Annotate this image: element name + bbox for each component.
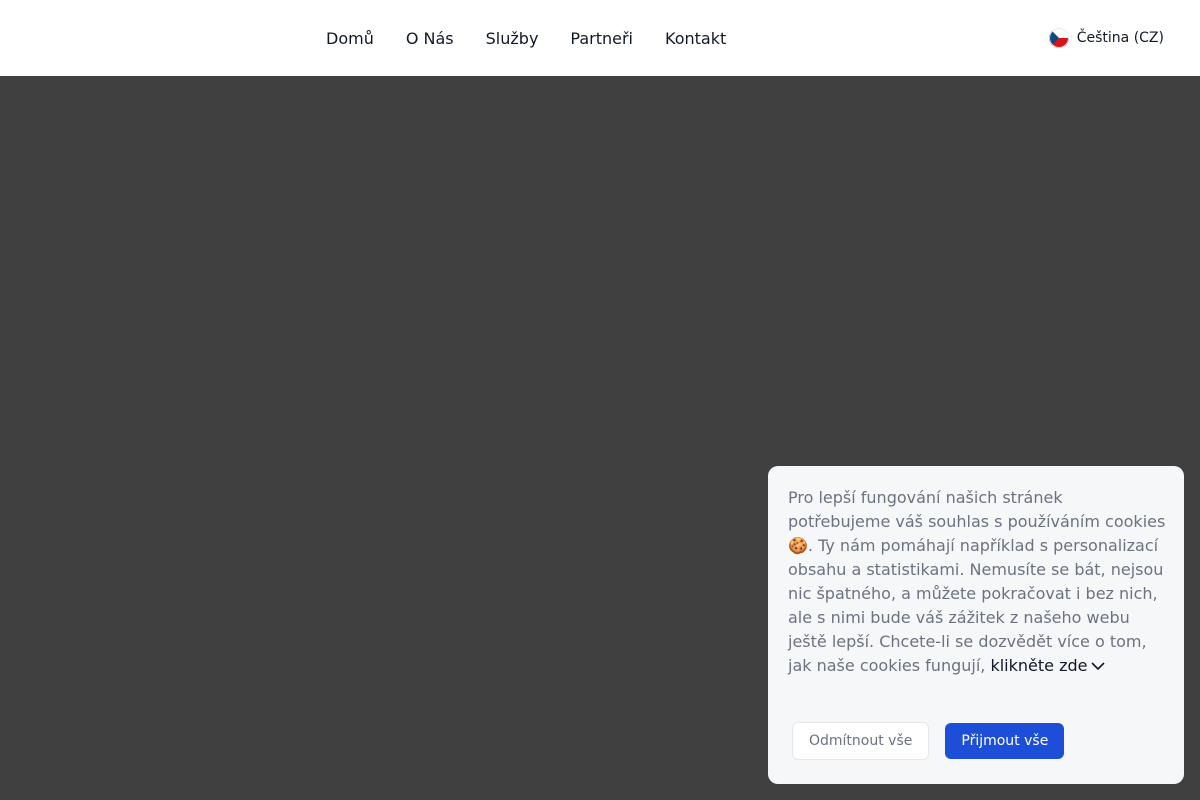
nav-item-contact[interactable]: Kontakt xyxy=(665,29,726,48)
site-header: Domů O Nás Služby Partneři Kontakt Češti… xyxy=(0,0,1200,76)
cookie-buttons: Odmítnout vše Přijmout vše xyxy=(792,722,1065,760)
cookie-text-block: Pro lepší fungování našich stránek potře… xyxy=(788,486,1166,678)
cookie-banner: Pro lepší fungování našich stránek potře… xyxy=(768,466,1184,784)
language-label: Čeština (CZ) xyxy=(1076,30,1164,46)
accept-all-button[interactable]: Přijmout vše xyxy=(945,723,1065,759)
nav-item-services[interactable]: Služby xyxy=(486,29,539,48)
main-nav: Domů O Nás Služby Partneři Kontakt xyxy=(326,26,726,50)
nav-item-partners[interactable]: Partneři xyxy=(570,29,633,48)
czech-flag-icon xyxy=(1048,28,1069,48)
reject-all-button[interactable]: Odmítnout vše xyxy=(792,722,930,760)
language-switcher[interactable]: Čeština (CZ) xyxy=(1048,27,1164,49)
cookie-message: Pro lepší fungování našich stránek potře… xyxy=(788,488,1166,675)
nav-item-home[interactable]: Domů xyxy=(326,29,374,48)
nav-item-about[interactable]: O Nás xyxy=(406,29,454,48)
cookie-details-link[interactable]: klikněte zde xyxy=(990,654,1106,678)
chevron-down-icon xyxy=(1091,662,1106,671)
cookie-details-link-label: klikněte zde xyxy=(990,656,1088,675)
